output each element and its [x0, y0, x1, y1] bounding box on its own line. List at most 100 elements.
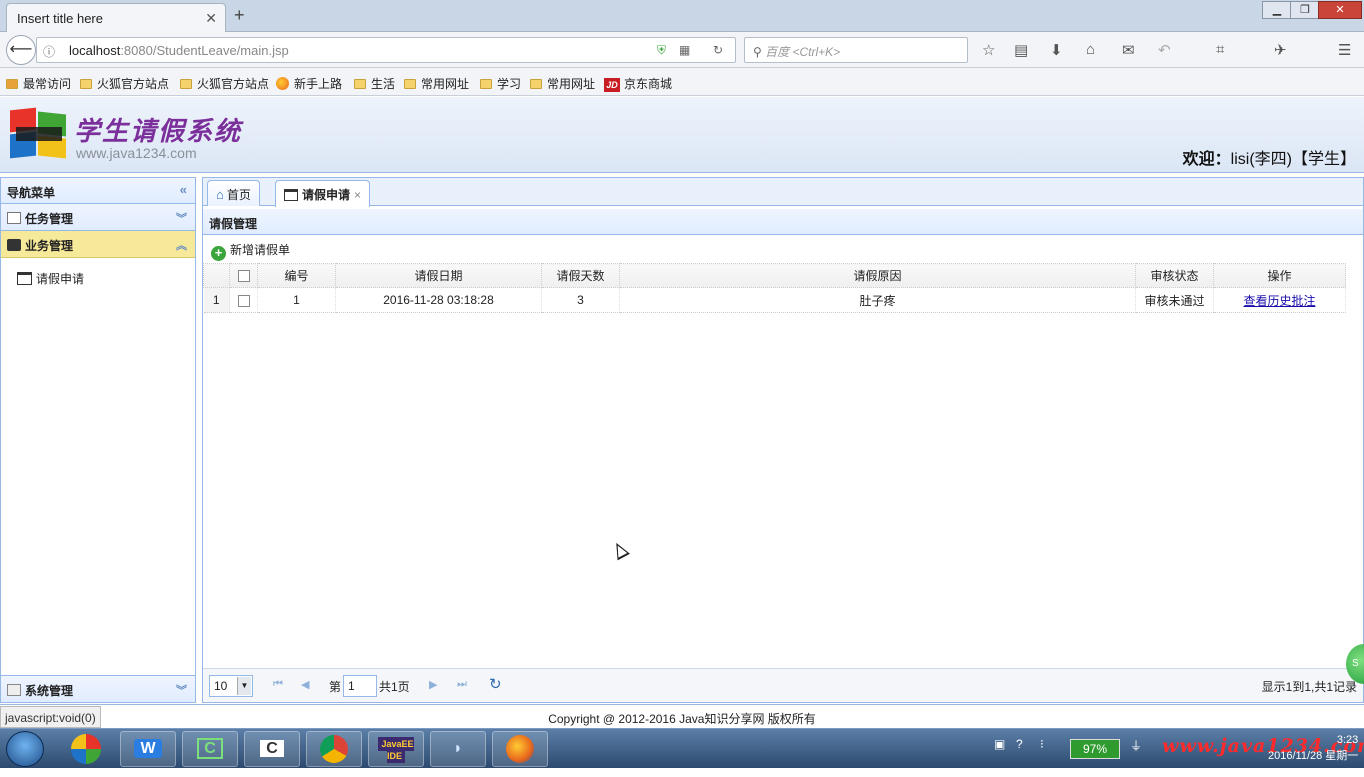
prev-page-icon[interactable]: ◀ — [301, 678, 309, 691]
bookmark-folder-icon — [354, 79, 366, 89]
chevron-down-icon[interactable]: ︾ — [176, 210, 187, 226]
bookmark-item[interactable]: JD 京东商城 — [604, 75, 672, 92]
menu-item-leave-application[interactable]: 请假申请 — [17, 270, 195, 287]
refresh-icon[interactable]: ↻ — [489, 675, 502, 693]
power-plug-icon[interactable]: ⏚ — [1130, 737, 1142, 754]
minimize-button[interactable]: ▁ — [1262, 1, 1292, 19]
content-tabs: ⌂ 首页 请假申请 × — [203, 178, 1363, 207]
page-size-select[interactable]: 10 ▼ — [209, 675, 253, 697]
header-status[interactable]: 审核状态 — [1135, 263, 1214, 288]
bookmark-item[interactable]: 学习 — [480, 75, 521, 92]
bookmark-label: 常用网址 — [547, 77, 596, 91]
bookmark-item[interactable]: 最常访问 — [6, 75, 71, 92]
header-days[interactable]: 请假天数 — [541, 263, 620, 288]
header-date[interactable]: 请假日期 — [335, 263, 542, 288]
bookmark-item[interactable]: 火狐官方站点 — [180, 75, 269, 92]
start-button[interactable] — [6, 731, 44, 767]
chat-icon[interactable]: ✉ — [1122, 41, 1135, 59]
info-icon[interactable]: ⓘ — [43, 43, 55, 60]
undo-icon[interactable]: ↶ — [1158, 41, 1171, 59]
close-tab-icon[interactable]: ✕ — [205, 10, 217, 27]
tray-expand-icon[interactable]: ⁝ — [1040, 737, 1044, 751]
bookmark-item[interactable]: 常用网址 — [404, 75, 469, 92]
back-button[interactable]: ⟵ — [6, 35, 36, 65]
bookmark-item[interactable]: 常用网址 — [530, 75, 595, 92]
header-action[interactable]: 操作 — [1213, 263, 1346, 288]
row-checkbox-cell[interactable] — [229, 287, 258, 313]
collapse-icon[interactable]: « — [180, 182, 187, 197]
page-number-input[interactable]: 1 — [343, 675, 377, 697]
view-history-link[interactable]: 查看历史批注 — [1243, 294, 1315, 308]
tab-home[interactable]: ⌂ 首页 — [207, 180, 260, 206]
add-leave-button[interactable]: + 新增请假单 — [211, 243, 290, 261]
page-footer: Copyright @ 2012-2016 Java知识分享网 版权所有 — [0, 704, 1364, 728]
welcome-user: lisi(李四)【学生】 — [1230, 151, 1356, 168]
menu-icon[interactable]: ☰ — [1338, 41, 1351, 59]
browser-tab[interactable]: Insert title here ✕ — [6, 3, 226, 32]
camtasia-icon[interactable]: C — [182, 731, 238, 767]
new-tab-icon[interactable]: + — [234, 5, 245, 26]
chrome-icon[interactable] — [306, 731, 362, 767]
url-path: :8080/StudentLeave/main.jsp — [120, 43, 289, 58]
battery-indicator[interactable]: 97% — [1070, 739, 1120, 759]
reload-icon[interactable]: ↻ — [713, 43, 723, 57]
bookmark-star-icon[interactable]: ☆ — [982, 41, 995, 59]
wps-writer-icon[interactable]: W — [120, 731, 176, 767]
camtasia-recorder-icon[interactable]: C — [244, 731, 300, 767]
address-bar[interactable]: ⓘ localhost:8080/StudentLeave/main.jsp ⛨… — [36, 37, 736, 63]
bookmark-label: 学习 — [497, 77, 522, 91]
header-reason[interactable]: 请假原因 — [619, 263, 1136, 288]
url-host: localhost — [69, 43, 121, 58]
bookmark-label: 最常访问 — [23, 77, 72, 91]
help-icon[interactable]: ? — [1016, 737, 1023, 751]
first-page-icon[interactable]: ⏮ — [273, 678, 283, 691]
tray-icon[interactable]: ▣ — [994, 737, 1005, 751]
accordion-business-management[interactable]: 业务管理 ︽ — [1, 231, 195, 258]
download-icon[interactable]: ⬇ — [1050, 41, 1063, 59]
bookmark-folder-icon — [530, 79, 542, 89]
header-id[interactable]: 编号 — [257, 263, 336, 288]
header-checkbox[interactable] — [229, 263, 258, 288]
tab-leave-application[interactable]: 请假申请 × — [275, 180, 371, 207]
browser-tab-title: Insert title here — [17, 11, 103, 26]
mysql-dolphin-icon[interactable]: ◗ — [430, 731, 486, 767]
bookmark-label: 生活 — [371, 77, 396, 91]
bookmark-item[interactable]: 新手上路 — [276, 75, 342, 92]
search-input[interactable]: ⚲ 百度 <Ctrl+K> — [744, 37, 968, 63]
panel-title: 请假管理 — [203, 209, 1363, 235]
home-icon[interactable]: ⌂ — [1086, 41, 1095, 58]
extension-icon[interactable]: ✈ — [1274, 41, 1287, 59]
table-row[interactable]: 1 1 2016-11-28 03:18:28 3 肚子疼 审核未通过 查看历史… — [203, 287, 1346, 313]
close-window-button[interactable]: ✕ — [1318, 1, 1362, 19]
cell-date: 2016-11-28 03:18:28 — [335, 287, 542, 313]
header-rownum — [203, 263, 230, 288]
maximize-button[interactable]: ❐ — [1290, 1, 1320, 19]
add-icon: + — [211, 246, 226, 261]
bookmark-item[interactable]: 生活 — [354, 75, 395, 92]
calendar-icon — [17, 272, 32, 285]
row-checkbox[interactable] — [237, 294, 250, 307]
dropdown-arrow-icon: ▼ — [237, 677, 251, 695]
qr-code-icon[interactable]: ▦ — [679, 43, 690, 57]
accordion-system-management[interactable]: 系统管理 ︾ — [1, 675, 195, 702]
chevron-up-icon[interactable]: ︽ — [176, 237, 187, 253]
shield-icon[interactable]: ⛨ — [657, 43, 666, 58]
chevron-down-icon[interactable]: ︾ — [176, 682, 187, 698]
page-header: 学生请假系统 www.java1234.com 欢迎：lisi(李四)【学生】 — [0, 97, 1364, 173]
bookmark-item[interactable]: 火狐官方站点 — [80, 75, 169, 92]
java-ee-ide-icon[interactable]: JavaEE IDE — [368, 731, 424, 767]
last-page-icon[interactable]: ⏭ — [457, 678, 467, 691]
reading-list-icon[interactable]: ▤ — [1014, 41, 1028, 59]
app-launcher-icon[interactable] — [58, 731, 114, 767]
system-clock[interactable]: 3:23 2016/11/28 星期一 — [1268, 732, 1358, 764]
close-tab-icon[interactable]: × — [354, 188, 361, 202]
brand-title: 学生请假系统 — [74, 117, 243, 147]
crop-icon[interactable]: ⌗ — [1216, 41, 1224, 58]
next-page-icon[interactable]: ▶ — [429, 678, 437, 691]
accordion-task-management[interactable]: 任务管理 ︾ — [1, 204, 195, 231]
select-all-checkbox[interactable] — [237, 270, 250, 283]
clock-date: 2016/11/28 星期一 — [1268, 750, 1359, 762]
firefox-icon[interactable] — [492, 731, 548, 767]
row-number: 1 — [203, 287, 230, 313]
nav-menu-panel: 导航菜单 « 任务管理 ︾ 业务管理 ︽ 请假申请 系统管理 ︾ — [0, 177, 196, 703]
